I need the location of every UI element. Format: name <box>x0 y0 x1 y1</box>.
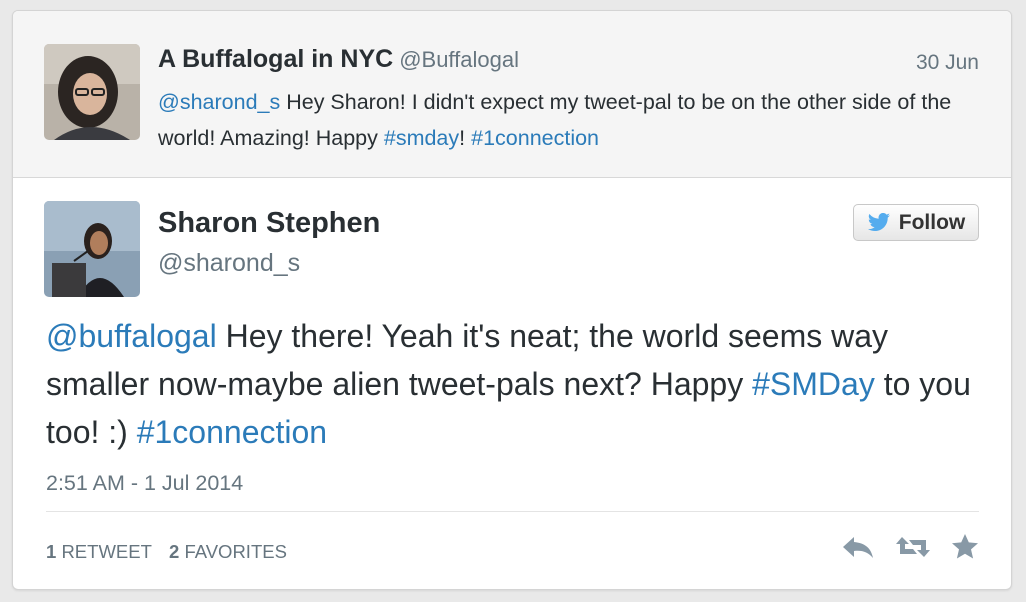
tweet-stats: 1 RETWEET 2 FAVORITES <box>46 541 287 563</box>
tweet-actions <box>841 533 979 560</box>
mention-link[interactable]: @buffalogal <box>46 318 217 354</box>
author-handle[interactable]: @sharond_s <box>158 249 300 278</box>
retweet-label[interactable]: RETWEET <box>61 541 151 562</box>
tweet-text-segment: ! <box>459 126 472 150</box>
retweet-count[interactable]: 1 <box>46 541 56 562</box>
parent-tweet-header: A Buffalogal in NYC @Buffalogal <box>158 45 519 74</box>
tweet-date[interactable]: 30 Jun <box>916 51 979 75</box>
favorite-count[interactable]: 2 <box>169 541 179 562</box>
hashtag-link[interactable]: #1connection <box>137 414 327 450</box>
avatar[interactable] <box>44 201 140 297</box>
hashtag-link[interactable]: #1connection <box>471 126 599 150</box>
author-name[interactable]: A Buffalogal in NYC <box>158 45 393 73</box>
favorite-label[interactable]: FAVORITES <box>184 541 286 562</box>
author-handle[interactable]: @Buffalogal <box>399 47 519 72</box>
tweet-timestamp[interactable]: 2:51 AM - 1 Jul 2014 <box>46 471 243 496</box>
retweet-icon[interactable] <box>895 534 931 560</box>
parent-tweet: A Buffalogal in NYC @Buffalogal 30 Jun @s… <box>13 11 1011 178</box>
embedded-tweet-card: A Buffalogal in NYC @Buffalogal 30 Jun @s… <box>12 10 1012 590</box>
reply-icon[interactable] <box>841 534 875 560</box>
hashtag-link[interactable]: #SMDay <box>752 366 875 402</box>
divider <box>46 511 979 512</box>
follow-button-label: Follow <box>898 210 966 234</box>
mention-link[interactable]: @sharond_s <box>158 90 280 114</box>
favorite-star-icon[interactable] <box>951 533 979 560</box>
tweet-text: @sharond_s Hey Sharon! I didn't expect m… <box>158 84 978 156</box>
avatar[interactable] <box>44 44 140 140</box>
hashtag-link[interactable]: #smday <box>384 126 459 150</box>
follow-button[interactable]: Follow <box>853 204 979 241</box>
tweet-text: @buffalogal Hey there! Yeah it's neat; t… <box>46 312 976 456</box>
twitter-bird-icon <box>867 212 890 231</box>
author-name[interactable]: Sharon Stephen <box>158 207 380 240</box>
